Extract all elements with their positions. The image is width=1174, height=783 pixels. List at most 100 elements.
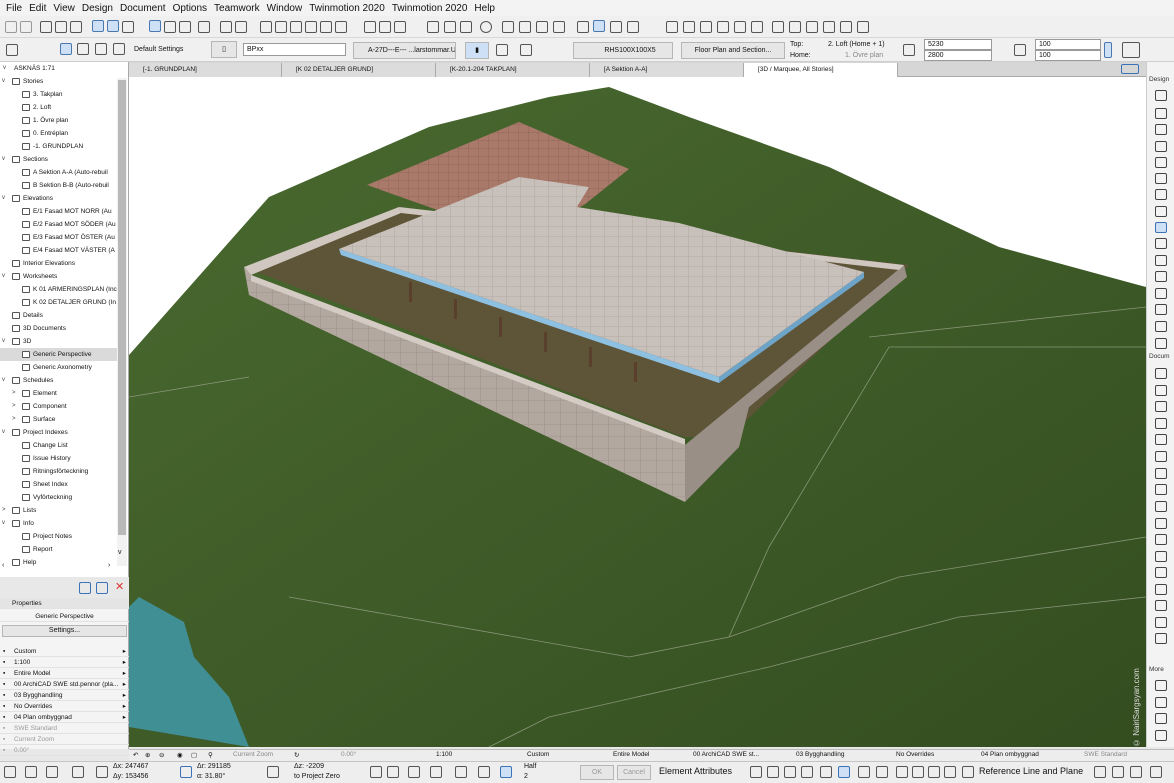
element-attributes-selector[interactable]: Element Attributes <box>659 766 732 776</box>
sel-2-icon[interactable] <box>430 766 442 778</box>
house-icon[interactable] <box>502 21 514 33</box>
structure-button[interactable]: ▮ <box>465 42 489 59</box>
detail-tool-icon[interactable] <box>1155 551 1167 562</box>
property-row[interactable]: ▪ Current Zoom <box>0 734 129 745</box>
nav-item[interactable]: 1. Övre plan <box>0 114 117 127</box>
pan-icon[interactable] <box>235 21 247 33</box>
distribute-icon[interactable] <box>700 21 712 33</box>
drawing-tool-icon[interactable] <box>1155 501 1167 512</box>
nav-item[interactable]: v Project Indexes <box>0 426 117 439</box>
nav-item[interactable]: v Sections <box>0 153 117 166</box>
nav-item[interactable]: v 3D <box>0 335 117 348</box>
nav-item[interactable]: Ritningsförteckning <box>0 465 117 478</box>
id-field[interactable]: BPxx <box>243 43 346 56</box>
property-row[interactable]: ▪ SWE Standard <box>0 723 129 734</box>
floor-plan-icon[interactable] <box>577 21 589 33</box>
box-icon[interactable] <box>610 21 622 33</box>
figure-tool-icon[interactable] <box>1155 617 1167 628</box>
orbit-icon[interactable]: ◉ <box>177 751 183 759</box>
nav-item[interactable]: Vyförteckning <box>0 491 117 504</box>
chevron-right-icon[interactable]: > <box>12 387 16 400</box>
nav-item[interactable]: Help <box>0 556 117 569</box>
monitor-icon[interactable] <box>840 21 852 33</box>
chevron-right-icon[interactable]: > <box>12 413 16 426</box>
palette-icon[interactable] <box>734 21 746 33</box>
layers-icon[interactable] <box>394 21 406 33</box>
delete-icon[interactable]: ✕ <box>115 580 124 593</box>
favorites-icon[interactable] <box>6 44 18 56</box>
cursor-icon[interactable] <box>444 21 456 33</box>
marquee-icon[interactable] <box>107 20 119 32</box>
property-row[interactable]: ▪ No Overrides ▸ <box>0 701 129 712</box>
height-top-field[interactable]: 5230 <box>924 39 992 50</box>
attr-icon-2[interactable] <box>767 766 779 778</box>
zone-tool-icon[interactable] <box>1155 321 1167 332</box>
column-tool-icon[interactable] <box>1155 222 1167 233</box>
special-snap-icon[interactable] <box>500 766 512 778</box>
undo-zoom-icon[interactable]: ↶ <box>133 751 138 759</box>
chevron-down-icon[interactable]: v <box>2 270 5 283</box>
nav-item[interactable]: Details <box>0 309 117 322</box>
tab-menu-icon[interactable] <box>1121 64 1139 74</box>
window-tool-icon[interactable] <box>1155 124 1167 135</box>
layer-selector[interactable]: A-27D---E--- ...larstommar.U <box>353 42 456 59</box>
redo-icon[interactable] <box>20 21 32 33</box>
menu-edit[interactable]: Edit <box>29 3 46 14</box>
chevron-down-icon[interactable]: v <box>2 517 5 530</box>
nav-item[interactable]: A Sektion A-A (Auto-rebuil <box>0 166 117 179</box>
bar-icon[interactable] <box>789 21 801 33</box>
model-view-value[interactable]: Entire Model <box>613 751 650 758</box>
column-2-icon[interactable] <box>520 44 532 56</box>
line-tool-icon[interactable] <box>1155 451 1167 462</box>
chevron-down-icon[interactable]: v <box>2 426 5 439</box>
clone-view-icon[interactable] <box>96 582 108 594</box>
layer-combo-value[interactable]: Custom <box>527 751 549 758</box>
nav-item[interactable]: Issue History <box>0 452 117 465</box>
brush-icon[interactable] <box>379 21 391 33</box>
palette-icon-2[interactable] <box>928 766 940 778</box>
nav-item[interactable]: E/2 Fasad MOT SÖDER (Au <box>0 218 117 231</box>
snap-half-number[interactable]: 2 <box>524 773 528 780</box>
width-bottom-field[interactable]: 100 <box>1035 50 1101 61</box>
adjust-icon[interactable] <box>290 21 302 33</box>
ref-icon-4[interactable] <box>1150 766 1162 778</box>
chevron-down-icon[interactable]: v <box>2 335 5 348</box>
nav-item[interactable]: E/4 Fasad MOT VÄSTER (A <box>0 244 117 257</box>
attr-icon-5[interactable] <box>820 766 832 778</box>
pencil-icon-2[interactable] <box>267 766 279 778</box>
guide-icon[interactable] <box>179 21 191 33</box>
arrow-tool-icon[interactable] <box>92 20 104 32</box>
property-row[interactable]: ▪ 00 ArchiCAD SWE std.pennor (pla... ▸ <box>0 679 129 690</box>
photo-icon[interactable] <box>912 766 924 778</box>
eyedropper-icon[interactable] <box>55 21 67 33</box>
width-top-field[interactable]: 100 <box>1035 39 1101 50</box>
property-row[interactable]: ▪ 03 Bygghandling ▸ <box>0 690 129 701</box>
nav-item[interactable]: Sheet Index <box>0 478 117 491</box>
curtain-wall-tool-icon[interactable] <box>1155 206 1167 217</box>
syringe-icon[interactable] <box>70 21 82 33</box>
3d-window-icon[interactable] <box>593 20 605 32</box>
shape-button[interactable]: ▯ <box>211 41 237 58</box>
new-view-icon[interactable] <box>79 582 91 594</box>
reference-icon[interactable] <box>962 766 974 778</box>
nav-item[interactable]: Generic Perspective <box>0 348 117 361</box>
split-icon[interactable] <box>275 21 287 33</box>
pencil-icon[interactable] <box>364 21 376 33</box>
origin-icon[interactable] <box>72 766 84 778</box>
gravity-icon[interactable] <box>164 21 176 33</box>
snap-icon[interactable] <box>149 20 161 32</box>
settings-button[interactable]: Settings... <box>2 625 127 637</box>
snap-half-label[interactable]: Half <box>524 763 536 770</box>
fit-icon[interactable]: ▢ <box>191 751 197 759</box>
attr-icon-4[interactable] <box>801 766 813 778</box>
menu-design[interactable]: Design <box>82 3 113 14</box>
table-icon[interactable] <box>772 21 784 33</box>
nav-item[interactable]: Change List <box>0 439 117 452</box>
menu-twinmotion-2[interactable]: Twinmotion 2020 <box>392 3 468 14</box>
arc-tool-icon[interactable] <box>1155 468 1167 479</box>
chevron-down-icon[interactable]: v <box>2 192 5 205</box>
tab-3d-marquee[interactable]: [3D / Marquee, All Stories] <box>744 63 898 77</box>
chevron-down-icon[interactable]: v <box>2 75 5 88</box>
menu-twinmotion[interactable]: Twinmotion 2020 <box>309 3 385 14</box>
menu-file[interactable]: File <box>6 3 22 14</box>
